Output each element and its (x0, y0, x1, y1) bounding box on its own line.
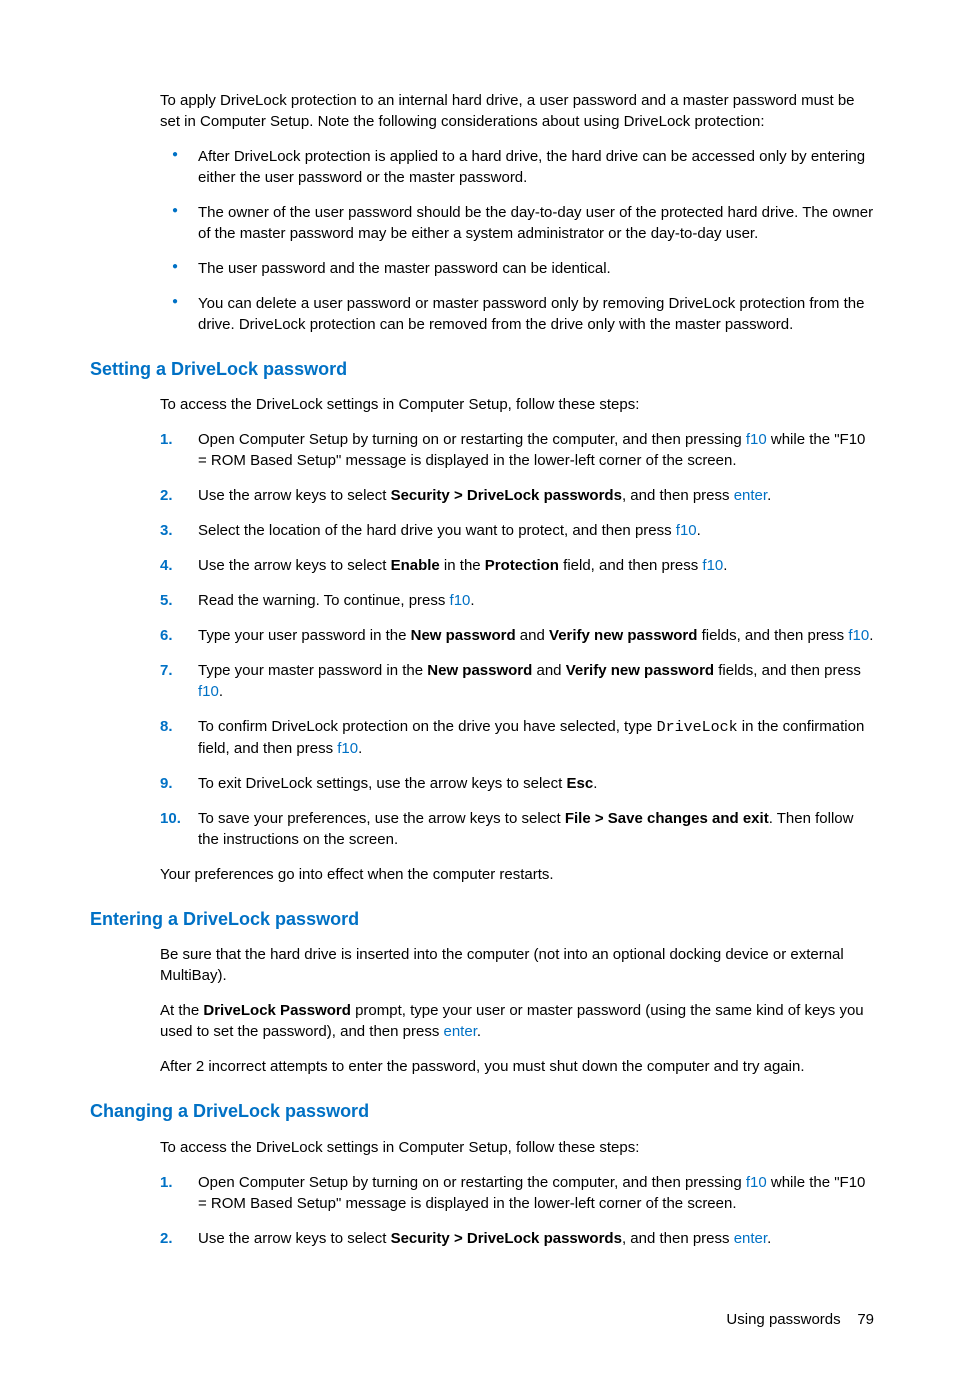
key-f10: f10 (676, 522, 697, 539)
list-item: To exit DriveLock settings, use the arro… (160, 773, 874, 794)
key-f10: f10 (702, 557, 723, 574)
list-item: Type your master password in the New pas… (160, 660, 874, 702)
list-item: The user password and the master passwor… (160, 258, 874, 279)
setting-intro: To access the DriveLock settings in Comp… (160, 394, 874, 415)
page-footer: Using passwords 79 (90, 1309, 874, 1330)
page-number: 79 (857, 1311, 874, 1328)
key-f10: f10 (198, 683, 219, 700)
key-enter: enter (444, 1023, 477, 1040)
key-f10: f10 (746, 1174, 767, 1191)
list-item: Type your user password in the New passw… (160, 625, 874, 646)
list-item: Use the arrow keys to select Enable in t… (160, 555, 874, 576)
list-item: Use the arrow keys to select Security > … (160, 1228, 874, 1249)
changing-intro: To access the DriveLock settings in Comp… (160, 1137, 874, 1158)
key-f10: f10 (746, 431, 767, 448)
entering-p2: At the DriveLock Password prompt, type y… (160, 1000, 874, 1042)
key-f10: f10 (450, 592, 471, 609)
heading-changing-drivelock-password: Changing a DriveLock password (90, 1099, 874, 1124)
setting-after: Your preferences go into effect when the… (160, 864, 874, 885)
menu-path: Security > DriveLock passwords (391, 487, 622, 504)
list-item: Read the warning. To continue, press f10… (160, 590, 874, 611)
list-item: The owner of the user password should be… (160, 202, 874, 244)
heading-setting-drivelock-password: Setting a DriveLock password (90, 357, 874, 382)
entering-p1: Be sure that the hard drive is inserted … (160, 944, 874, 986)
list-item: Select the location of the hard drive yo… (160, 520, 874, 541)
key-f10: f10 (848, 627, 869, 644)
setting-steps-list: Open Computer Setup by turning on or res… (160, 429, 874, 850)
changing-steps-list: Open Computer Setup by turning on or res… (160, 1172, 874, 1249)
intro-bullet-list: After DriveLock protection is applied to… (160, 146, 874, 335)
list-item: Use the arrow keys to select Security > … (160, 485, 874, 506)
key-enter: enter (734, 487, 767, 504)
typed-text: DriveLock (657, 719, 738, 736)
heading-entering-drivelock-password: Entering a DriveLock password (90, 907, 874, 932)
list-item: To confirm DriveLock protection on the d… (160, 716, 874, 759)
key-f10: f10 (337, 740, 358, 757)
list-item: Open Computer Setup by turning on or res… (160, 429, 874, 471)
menu-path: Security > DriveLock passwords (391, 1230, 622, 1247)
intro-paragraph: To apply DriveLock protection to an inte… (160, 90, 874, 132)
key-enter: enter (734, 1230, 767, 1247)
entering-p3: After 2 incorrect attempts to enter the … (160, 1056, 874, 1077)
list-item: You can delete a user password or master… (160, 293, 874, 335)
list-item: To save your preferences, use the arrow … (160, 808, 874, 850)
list-item: After DriveLock protection is applied to… (160, 146, 874, 188)
list-item: Open Computer Setup by turning on or res… (160, 1172, 874, 1214)
footer-section-label: Using passwords (726, 1311, 840, 1328)
